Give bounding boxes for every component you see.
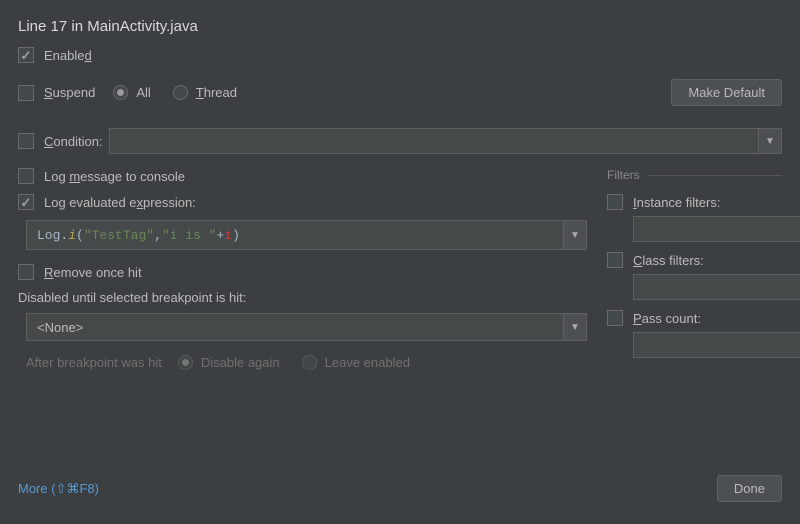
log-message-row: Log message to console bbox=[18, 168, 587, 184]
disabled-until-select[interactable]: <None> ▼ bbox=[26, 313, 587, 341]
pass-count-label: Pass count: bbox=[633, 311, 701, 326]
condition-label: Condition: bbox=[44, 134, 103, 149]
suspend-all-radio[interactable] bbox=[113, 85, 128, 100]
instance-filters-checkbox[interactable] bbox=[607, 194, 623, 210]
condition-row: Condition: ▼ bbox=[18, 128, 782, 154]
suspend-label: Suspend bbox=[44, 85, 95, 100]
condition-dropdown-arrow[interactable]: ▼ bbox=[758, 128, 782, 154]
pass-count-group: Pass count: bbox=[607, 310, 782, 358]
log-expression-row: Log evaluated expression: bbox=[18, 194, 587, 210]
expr-arg2: "i is " bbox=[162, 228, 217, 243]
condition-input[interactable] bbox=[109, 128, 758, 154]
class-filters-input[interactable] bbox=[633, 274, 800, 300]
log-expression-checkbox[interactable] bbox=[18, 194, 34, 210]
suspend-row: Suspend All Thread Make Default bbox=[18, 79, 782, 106]
instance-filters-input[interactable] bbox=[633, 216, 800, 242]
class-filters-label: Class filters: bbox=[633, 253, 704, 268]
class-filters-checkbox[interactable] bbox=[607, 252, 623, 268]
after-hit-row: After breakpoint was hit Disable again L… bbox=[26, 355, 587, 370]
enabled-label: Enabled bbox=[44, 48, 92, 63]
expr-plus: + bbox=[216, 228, 224, 243]
log-message-checkbox[interactable] bbox=[18, 168, 34, 184]
disabled-until-arrow[interactable]: ▼ bbox=[563, 313, 587, 341]
leave-enabled-radio bbox=[302, 355, 317, 370]
disable-again-radio bbox=[178, 355, 193, 370]
expr-sep1: , bbox=[154, 228, 162, 243]
enabled-row: Enabled bbox=[18, 47, 782, 63]
done-button[interactable]: Done bbox=[717, 475, 782, 502]
more-link[interactable]: More (⇧⌘F8) bbox=[18, 481, 99, 497]
expr-var: i bbox=[224, 228, 232, 243]
class-filters-group: Class filters: ... bbox=[607, 252, 782, 300]
expression-input-wrap: Log.i("TestTag", "i is " + i) ▼ bbox=[26, 220, 587, 250]
pass-count-input[interactable] bbox=[633, 332, 800, 358]
expr-open: ( bbox=[76, 228, 84, 243]
instance-filters-group: Instance filters: ... bbox=[607, 194, 782, 242]
suspend-checkbox[interactable] bbox=[18, 85, 34, 101]
leave-enabled-label: Leave enabled bbox=[325, 355, 410, 370]
suspend-thread-label: Thread bbox=[196, 85, 237, 100]
suspend-thread-radio[interactable] bbox=[173, 85, 188, 100]
after-hit-label: After breakpoint was hit bbox=[26, 355, 162, 370]
log-message-label: Log message to console bbox=[44, 169, 185, 184]
remove-once-label: Remove once hit bbox=[44, 265, 142, 280]
remove-once-row: Remove once hit bbox=[18, 264, 587, 280]
remove-once-checkbox[interactable] bbox=[18, 264, 34, 280]
filters-header: Filters bbox=[607, 168, 782, 182]
disabled-until-value: <None> bbox=[26, 313, 563, 341]
log-expression-label: Log evaluated expression: bbox=[44, 195, 196, 210]
filters-title: Filters bbox=[607, 168, 640, 182]
instance-filters-label: Instance filters: bbox=[633, 195, 720, 210]
expr-close: ) bbox=[232, 228, 240, 243]
make-default-button[interactable]: Make Default bbox=[671, 79, 782, 106]
condition-input-wrap: ▼ bbox=[109, 128, 782, 154]
expr-method: i bbox=[68, 228, 76, 243]
condition-checkbox[interactable] bbox=[18, 133, 34, 149]
expr-arg1: "TestTag" bbox=[84, 228, 154, 243]
expression-dropdown-arrow[interactable]: ▼ bbox=[563, 220, 587, 250]
disable-again-label: Disable again bbox=[201, 355, 280, 370]
filters-divider bbox=[648, 175, 782, 176]
suspend-all-label: All bbox=[136, 85, 150, 100]
disabled-until-label: Disabled until selected breakpoint is hi… bbox=[18, 290, 587, 305]
expr-prefix: Log. bbox=[37, 228, 68, 243]
footer: More (⇧⌘F8) Done bbox=[18, 475, 782, 502]
pass-count-checkbox[interactable] bbox=[607, 310, 623, 326]
enabled-checkbox[interactable] bbox=[18, 47, 34, 63]
expression-input[interactable]: Log.i("TestTag", "i is " + i) bbox=[26, 220, 563, 250]
dialog-title: Line 17 in MainActivity.java bbox=[18, 18, 782, 35]
